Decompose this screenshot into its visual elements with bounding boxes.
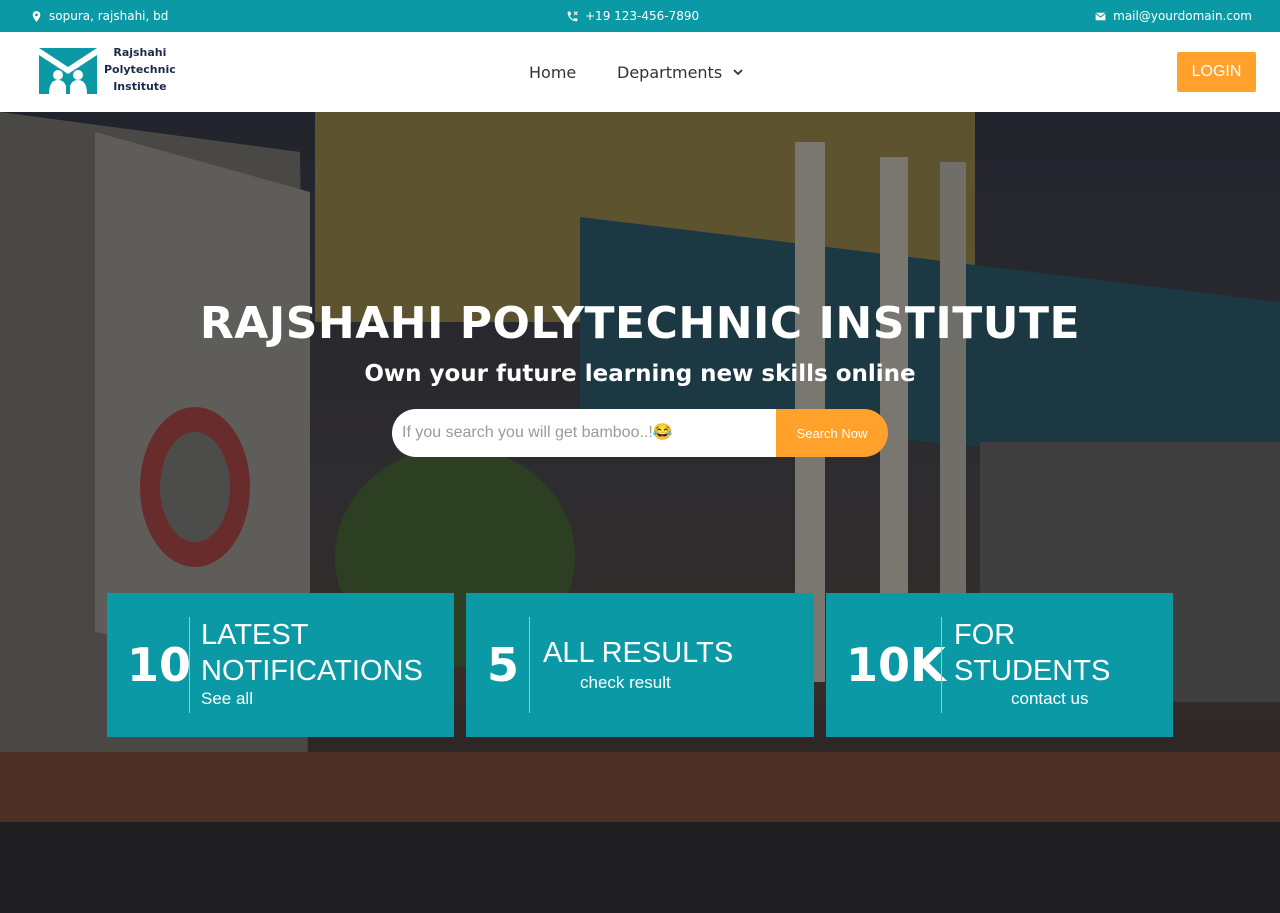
stat-heading-line: STUDENTS [954, 655, 1111, 687]
stat-heading: ALL RESULTS [543, 635, 733, 671]
stat-card-students: 10K FOR STUDENTS contact us [826, 593, 1173, 737]
logo-line: Institute [113, 80, 167, 93]
stat-heading: FOR STUDENTS [954, 617, 1110, 689]
top-contact-bar: sopura, rajshahi, bd +19 123-456-7890 ma… [0, 0, 1280, 32]
see-all-link[interactable]: See all [201, 689, 253, 709]
phone-info[interactable]: +19 123-456-7890 [566, 0, 699, 32]
hero-overlay [0, 112, 1280, 913]
stat-heading-line: ALL RESULTS [543, 637, 734, 669]
stat-heading-line: LATEST [201, 619, 309, 651]
stat-number: 10K [846, 638, 946, 692]
stat-card-results: 5 ALL RESULTS check result [466, 593, 814, 737]
logo-line: Polytechnic [104, 63, 176, 76]
stat-heading-line: NOTIFICATIONS [201, 655, 423, 687]
search-form: Search Now [392, 409, 888, 457]
phone-text: +19 123-456-7890 [585, 9, 700, 23]
stat-divider [189, 617, 190, 713]
check-result-link[interactable]: check result [580, 673, 671, 693]
stat-card-notifications: 10 LATEST NOTIFICATIONS See all [107, 593, 454, 737]
stat-divider [529, 617, 530, 713]
site-logo[interactable]: Rajshahi Polytechnic Institute [38, 44, 176, 95]
chevron-down-icon [732, 66, 744, 78]
map-pin-icon [30, 10, 43, 23]
search-button[interactable]: Search Now [776, 409, 888, 457]
logo-text: Rajshahi Polytechnic Institute [104, 44, 176, 95]
stat-heading-line: FOR [954, 619, 1016, 651]
search-input[interactable] [392, 409, 776, 457]
hero-subtitle: Own your future learning new skills onli… [364, 361, 916, 387]
location-info: sopura, rajshahi, bd [30, 0, 168, 32]
stat-divider [941, 617, 942, 713]
logo-icon [38, 45, 98, 95]
hero-section: RAJSHAHI POLYTECHNIC INSTITUTE Own your … [0, 112, 1280, 913]
login-button[interactable]: LOGIN [1177, 52, 1256, 92]
nav-departments[interactable]: Departments [617, 32, 744, 112]
main-navbar: Rajshahi Polytechnic Institute Home Depa… [0, 32, 1280, 112]
nav-departments-label: Departments [617, 62, 723, 82]
contact-us-link[interactable]: contact us [1011, 689, 1089, 709]
email-info[interactable]: mail@yourdomain.com [1094, 0, 1252, 32]
stat-heading: LATEST NOTIFICATIONS [201, 617, 423, 689]
nav-home-label: Home [529, 62, 577, 82]
stat-number: 5 [487, 638, 520, 692]
mail-icon [1094, 10, 1107, 23]
email-text: mail@yourdomain.com [1113, 9, 1252, 23]
hero-title: RAJSHAHI POLYTECHNIC INSTITUTE [199, 298, 1081, 349]
stat-number: 10 [127, 638, 192, 692]
phone-icon [566, 10, 579, 23]
location-text: sopura, rajshahi, bd [49, 9, 169, 23]
nav-home[interactable]: Home [529, 32, 576, 112]
logo-line: Rajshahi [113, 46, 167, 59]
